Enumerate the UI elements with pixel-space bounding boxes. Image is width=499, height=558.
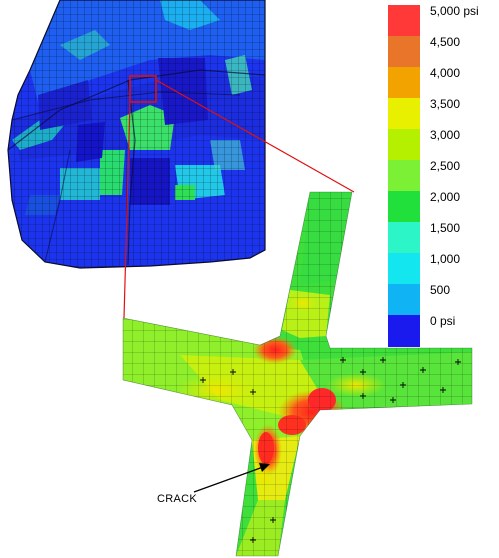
- legend-label: 5,000 psi: [430, 4, 479, 18]
- legend-label: 1,000: [430, 252, 461, 266]
- legend-swatch: [388, 67, 420, 99]
- legend-swatch: [388, 160, 420, 192]
- legend-swatch: [388, 36, 420, 68]
- legend-swatch: [388, 98, 420, 130]
- legend-label: 4,500: [430, 35, 461, 49]
- legend-label: 2,000: [430, 190, 461, 204]
- legend-label: 4,000: [430, 66, 461, 80]
- legend-label: 0 psi: [430, 314, 456, 328]
- legend-swatch: [388, 222, 420, 254]
- legend-label: 1,500: [430, 221, 461, 235]
- legend-swatch: [388, 5, 420, 37]
- legend-label: 2,500: [430, 159, 461, 173]
- hull-model: [7, 0, 266, 269]
- legend-swatch: [388, 315, 420, 347]
- legend-swatch: [388, 191, 420, 223]
- legend-label: 3,500: [430, 97, 461, 111]
- legend-swatch: [388, 129, 420, 161]
- legend-swatch: [388, 253, 420, 285]
- legend-label: 500: [430, 283, 451, 297]
- crack-label: CRACK: [157, 493, 198, 505]
- stress-legend: 5,000 psi 4,500 4,000 3,500 3,000 2,500 2,000 1…: [388, 4, 499, 347]
- legend-label: 3,000: [430, 128, 461, 142]
- legend-swatch: [388, 284, 420, 316]
